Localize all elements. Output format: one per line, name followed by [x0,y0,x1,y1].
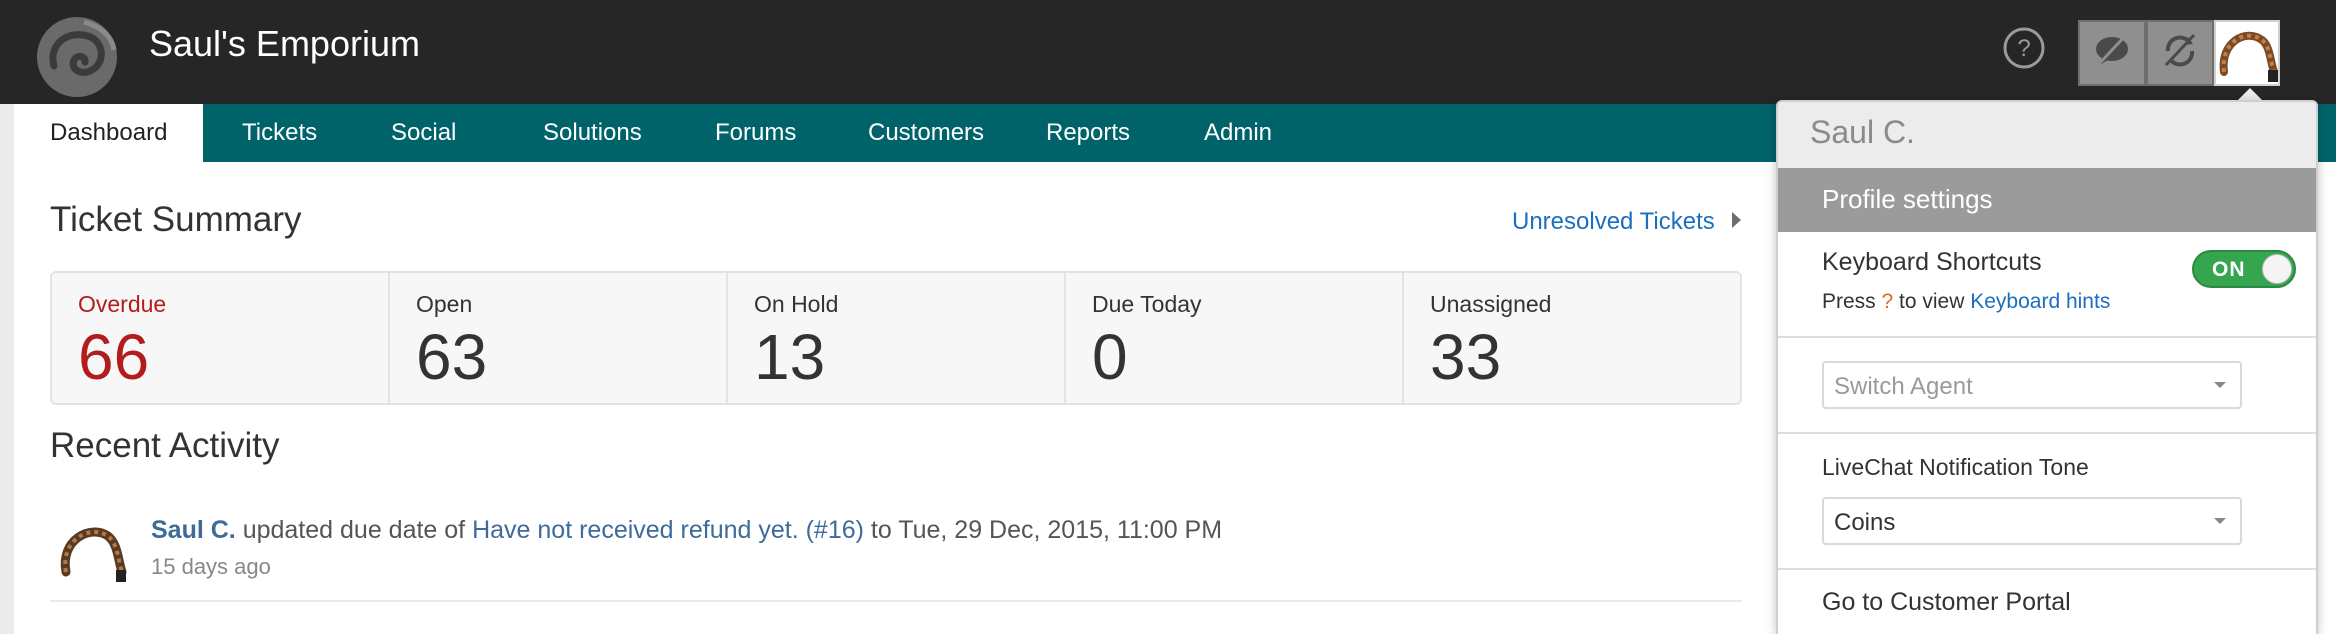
summary-unassigned[interactable]: Unassigned 33 [1404,273,1740,403]
tab-reports[interactable]: Reports [1010,104,1166,162]
livechat-tone-select[interactable]: Coins [1822,497,2242,545]
toggle-knob [2262,254,2292,284]
summary-due-today[interactable]: Due Today 0 [1066,273,1404,403]
tab-label: Admin [1204,119,1273,146]
chat-off-icon [2092,33,2132,74]
summary-label: Open [416,291,473,317]
tab-admin[interactable]: Admin [1168,104,1308,162]
sync-off-icon [2160,33,2200,74]
svg-text:?: ? [2017,35,2030,62]
user-avatar-icon [56,516,128,588]
tab-label: Social [391,119,457,146]
switch-agent-value: Switch Agent [1834,373,1973,400]
tab-solutions[interactable]: Solutions [507,104,678,162]
unresolved-tickets-link[interactable]: Unresolved Tickets [1512,208,1715,236]
profile-settings-item[interactable]: Profile settings [1778,168,2316,232]
summary-overdue[interactable]: Overdue 66 [52,273,390,403]
caret-right-icon [1732,212,1741,228]
profile-menu-header: Saul C. [1778,102,2316,168]
livechat-tone-label: LiveChat Notification Tone [1822,454,2089,480]
summary-label: Unassigned [1430,291,1552,317]
tab-dashboard[interactable]: Dashboard [14,104,204,162]
chevron-down-icon [2214,518,2226,524]
user-avatar-icon [2216,31,2278,88]
tab-label: Forums [715,119,797,146]
divider [1778,432,2316,434]
hint-middle: to view [1893,290,1971,313]
help-circle-icon[interactable]: ? [2002,26,2046,70]
toggle-state: ON [2212,258,2246,281]
summary-open[interactable]: Open 63 [390,273,728,403]
swirl-logo-icon[interactable] [34,14,120,100]
summary-value: 0 [1092,321,1128,393]
profile-user-name: Saul C. [1810,114,1915,150]
keyboard-shortcuts-toggle[interactable]: ON [2192,250,2296,288]
top-bar: Saul's Emporium ? [0,0,2336,104]
keyboard-hint-text: Press ? to view Keyboard hints [1822,290,2110,314]
summary-value: 66 [78,321,150,393]
ticket-summary-panel: Overdue 66 Open 63 On Hold 13 Due Today … [50,271,1742,405]
divider [1778,336,2316,338]
activity-item: Saul C. updated due date of Have not rec… [50,502,1742,602]
tab-social[interactable]: Social [355,104,492,162]
hint-key: ? [1881,290,1894,313]
activity-ticket-link[interactable]: Have not received refund yet. (#16) [472,516,864,544]
hint-prefix: Press [1822,290,1882,313]
summary-label: Overdue [78,291,167,317]
keyboard-hints-link[interactable]: Keyboard hints [1970,290,2110,313]
summary-value: 63 [416,321,488,393]
tab-tickets[interactable]: Tickets [206,104,353,162]
tab-forums[interactable]: Forums [679,104,832,162]
profile-menu: Saul C. Profile settings Keyboard Shortc… [1776,100,2318,634]
activity-text: Saul C. updated due date of Have not rec… [151,516,1222,545]
profile-settings-label: Profile settings [1822,184,1993,214]
chat-toggle-button[interactable] [2078,20,2146,86]
tab-label: Dashboard [50,119,168,146]
summary-label: Due Today [1092,291,1202,317]
activity-user-link[interactable]: Saul C. [151,516,236,544]
livechat-tone-value: Coins [1834,509,1896,536]
tab-customers[interactable]: Customers [832,104,1020,162]
activity-action: updated due date of [235,516,473,544]
switch-agent-select[interactable]: Switch Agent [1822,361,2242,409]
recent-activity-title: Recent Activity [50,426,280,465]
summary-value: 13 [754,321,826,393]
activity-suffix: to Tue, 29 Dec, 2015, 11:00 PM [863,516,1223,544]
tab-label: Reports [1046,119,1131,146]
activity-timestamp: 15 days ago [151,554,271,579]
keyboard-shortcuts-label: Keyboard Shortcuts [1822,248,2042,276]
app-title: Saul's Emporium [149,23,420,64]
user-avatar-button[interactable] [2214,20,2280,86]
summary-value: 33 [1430,321,1502,393]
summary-on-hold[interactable]: On Hold 13 [728,273,1066,403]
sync-toggle-button[interactable] [2146,20,2214,86]
tab-label: Tickets [242,119,318,146]
tab-label: Solutions [543,119,642,146]
ticket-summary-title: Ticket Summary [50,200,302,239]
tab-label: Customers [868,119,985,146]
summary-label: On Hold [754,291,839,317]
customer-portal-link[interactable]: Go to Customer Portal [1822,588,2071,617]
divider [1778,568,2316,570]
chevron-down-icon [2214,382,2226,388]
